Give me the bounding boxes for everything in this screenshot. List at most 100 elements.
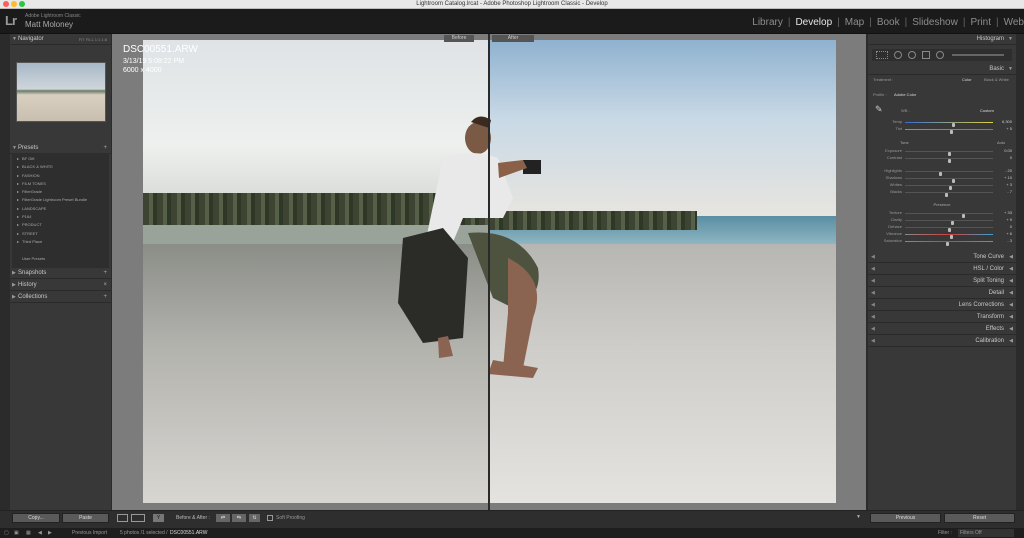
preset-folder[interactable]: LANDSCAPE xyxy=(12,205,109,213)
module-develop[interactable]: Develop xyxy=(790,17,837,31)
soft-proofing-checkbox[interactable] xyxy=(267,515,273,521)
module-book[interactable]: Book xyxy=(872,17,905,31)
preset-folder[interactable]: Third Place xyxy=(12,238,109,246)
slider-tint[interactable]: Tint + 5 xyxy=(872,126,1014,134)
slider-saturation[interactable]: Saturation - 3 xyxy=(872,238,1014,246)
reset-button[interactable]: Reset xyxy=(944,513,1015,523)
slider-value[interactable]: - 20 xyxy=(994,168,1012,173)
hsl-header[interactable]: ◀ HSL / Color ◀ xyxy=(868,264,1016,275)
collections-header[interactable]: ▶ Collections + xyxy=(10,292,111,303)
clear-history-icon[interactable]: × xyxy=(103,280,107,291)
detail-header[interactable]: ◀ Detail ◀ xyxy=(868,288,1016,299)
preset-folder[interactable]: FILM TONES xyxy=(12,180,109,188)
slider-exposure[interactable]: Exposure 0.00 xyxy=(872,148,1014,156)
white-balance-eyedropper-icon[interactable]: ✎ xyxy=(875,104,883,115)
slider-blacks[interactable]: Blacks - 7 xyxy=(872,189,1014,197)
before-after-mode-icon[interactable]: Y xyxy=(153,514,164,522)
slider-value[interactable]: 0 xyxy=(994,155,1012,160)
slider-value[interactable]: + 3 xyxy=(994,182,1012,187)
slider-track[interactable] xyxy=(905,213,993,218)
radial-filter-icon[interactable] xyxy=(936,51,944,59)
slider-value[interactable]: - 3 xyxy=(994,238,1012,243)
slider-value[interactable]: - 7 xyxy=(994,189,1012,194)
slider-knob[interactable] xyxy=(945,242,949,246)
slider-value[interactable]: + 9 xyxy=(994,217,1012,222)
slider-value[interactable]: 6,300 xyxy=(994,119,1012,124)
swap-before-after-icon[interactable]: ⇅ xyxy=(249,514,260,522)
slider-value[interactable]: 0.00 xyxy=(994,148,1012,153)
slider-shadows[interactable]: Shadows + 10 xyxy=(872,175,1014,183)
slider-knob[interactable] xyxy=(947,159,951,163)
module-slideshow[interactable]: Slideshow xyxy=(907,17,963,31)
crop-tool-icon[interactable] xyxy=(876,51,888,59)
basic-header[interactable]: Basic ▼ xyxy=(868,64,1016,75)
copy-settings-button[interactable]: Copy... xyxy=(12,513,60,523)
slider-track[interactable] xyxy=(905,192,993,197)
treatment-color-option[interactable]: Color xyxy=(962,77,972,82)
selected-filename[interactable]: DSC00551.ARW xyxy=(170,528,207,538)
slider-track[interactable] xyxy=(905,185,993,190)
preset-folder[interactable]: STREET xyxy=(12,230,109,238)
before-after-view-icon[interactable] xyxy=(131,514,145,522)
histogram-header[interactable]: Histogram ▼ xyxy=(868,34,1016,45)
back-arrow-icon[interactable]: ◀ xyxy=(38,528,42,538)
module-library[interactable]: Library xyxy=(747,17,788,31)
slider-dehaze[interactable]: Dehaze 0 xyxy=(872,224,1014,232)
copy-after-to-before-icon[interactable]: ⇆ xyxy=(232,514,246,522)
add-snapshot-icon[interactable]: + xyxy=(103,268,107,279)
slider-value[interactable]: 0 xyxy=(994,224,1012,229)
slider-track[interactable] xyxy=(905,158,993,163)
preset-folder[interactable]: FASHION xyxy=(12,172,109,180)
slider-contrast[interactable]: Contrast 0 xyxy=(872,155,1014,163)
red-eye-icon[interactable] xyxy=(908,51,916,59)
slider-knob[interactable] xyxy=(944,193,948,197)
forward-arrow-icon[interactable]: ▶ xyxy=(48,528,52,538)
preset-folder[interactable]: BF Gift xyxy=(12,155,109,163)
grid-icon[interactable]: ▦ xyxy=(26,528,31,538)
snapshots-header[interactable]: ▶ Snapshots + xyxy=(10,268,111,279)
slider-track[interactable] xyxy=(905,171,993,176)
preset-folder[interactable]: FilterGrade Lightroom Preset Bundle xyxy=(12,196,109,204)
slider-track[interactable] xyxy=(905,129,993,134)
slider-knob[interactable] xyxy=(950,130,954,134)
previous-import-source[interactable]: Previous Import xyxy=(72,528,107,538)
treatment-bw-option[interactable]: Black & White xyxy=(984,77,1009,82)
tool-slider-track[interactable] xyxy=(952,54,1004,56)
add-collection-icon[interactable]: + xyxy=(103,292,107,303)
slider-whites[interactable]: Whites + 3 xyxy=(872,182,1014,190)
calibration-header[interactable]: ◀ Calibration ◀ xyxy=(868,336,1016,347)
split-toning-header[interactable]: ◀ Split Toning ◀ xyxy=(868,276,1016,287)
slider-texture[interactable]: Texture + 33 xyxy=(872,210,1014,218)
slider-vibrance[interactable]: Vibrance + 6 xyxy=(872,231,1014,239)
slider-highlights[interactable]: Highlights - 20 xyxy=(872,168,1014,176)
filmstrip-one-icon[interactable]: ▢ xyxy=(4,528,9,538)
user-presets-folder[interactable]: User Presets xyxy=(12,256,45,261)
filmstrip-two-icon[interactable]: ▣ xyxy=(14,528,19,538)
navigator-zoom-modes[interactable]: FIT FILL 1:1 1:8 xyxy=(79,34,107,45)
slider-value[interactable]: + 5 xyxy=(994,126,1012,131)
navigator-preview[interactable] xyxy=(16,62,106,122)
slider-clarity[interactable]: Clarity + 9 xyxy=(872,217,1014,225)
slider-track[interactable] xyxy=(905,241,993,246)
loupe-view-icon[interactable] xyxy=(117,514,128,522)
effects-header[interactable]: ◀ Effects ◀ xyxy=(868,324,1016,335)
slider-track[interactable] xyxy=(905,234,993,239)
preset-folder[interactable]: FilterGrade xyxy=(12,188,109,196)
slider-value[interactable]: + 6 xyxy=(994,231,1012,236)
toolbar-menu-chevron-icon[interactable]: ▼ xyxy=(856,514,861,520)
module-map[interactable]: Map xyxy=(840,17,869,31)
slider-value[interactable]: + 33 xyxy=(994,210,1012,215)
module-print[interactable]: Print xyxy=(965,17,996,31)
transform-header[interactable]: ◀ Transform ◀ xyxy=(868,312,1016,323)
profile-dropdown[interactable]: Adobe Color xyxy=(894,92,916,97)
previous-settings-button[interactable]: Previous xyxy=(870,513,941,523)
copy-before-to-after-icon[interactable]: ⇄ xyxy=(216,514,230,522)
filter-dropdown[interactable]: Filters Off xyxy=(958,529,1014,537)
graduated-filter-icon[interactable] xyxy=(922,51,930,59)
slider-track[interactable] xyxy=(905,220,993,225)
tone-auto-button[interactable]: Auto xyxy=(997,140,1005,145)
history-header[interactable]: ▶ History × xyxy=(10,280,111,291)
wb-dropdown[interactable]: Custom xyxy=(980,108,994,113)
right-panel-toggle[interactable] xyxy=(1016,34,1024,510)
paste-settings-button[interactable]: Paste xyxy=(62,513,109,523)
